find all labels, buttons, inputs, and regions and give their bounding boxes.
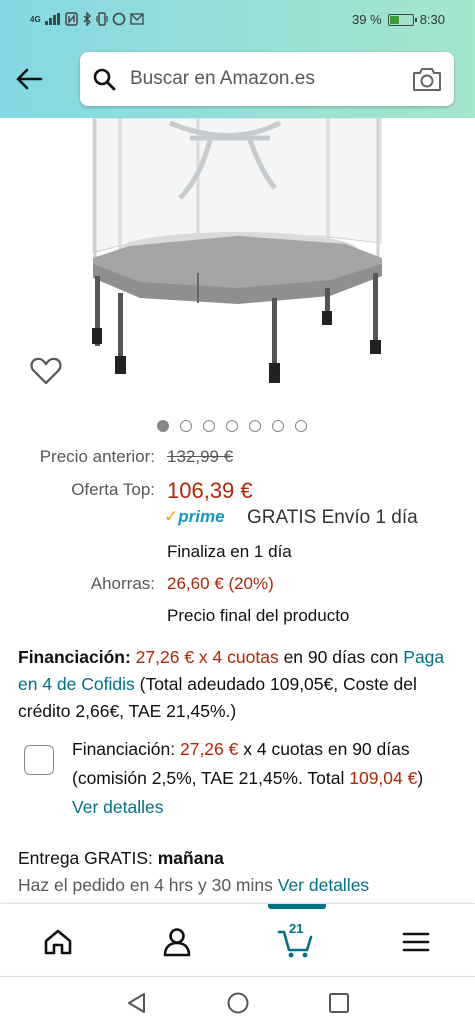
home-icon[interactable] <box>38 922 78 962</box>
fin-option-details-link[interactable]: Ver detalles <box>72 797 163 817</box>
final-price-note: Precio final del producto <box>167 606 350 625</box>
delivery-day: mañana <box>157 848 224 868</box>
financing-checkbox[interactable] <box>24 745 54 775</box>
search-icon <box>93 68 116 91</box>
fin-option-label: Financiación: <box>72 739 180 759</box>
order-deadline: Haz el pedido en 4 hrs y 30 mins Ver det… <box>18 872 369 899</box>
bottom-nav <box>0 903 475 975</box>
status-bar: 4G 39 % 8:30 <box>0 0 475 40</box>
carousel-dot[interactable] <box>157 420 169 432</box>
financing-with: con <box>370 647 404 667</box>
bluetooth-icon <box>83 12 91 26</box>
signal-icon <box>44 13 60 25</box>
shipping-label: GRATIS Envío 1 día <box>247 507 418 528</box>
system-home-icon[interactable] <box>226 991 250 1015</box>
carousel-dot[interactable] <box>295 420 307 432</box>
fin-option-total: 109,04 € <box>349 768 418 788</box>
deal-ends: Finaliza en 1 día <box>167 542 292 561</box>
fin-option-close: ) <box>417 768 424 788</box>
delivery-line: Entrega GRATIS: mañana <box>18 845 369 872</box>
mail-icon <box>130 13 144 25</box>
nfc-icon <box>64 12 78 26</box>
offer-label: Oferta Top: <box>71 480 155 499</box>
search-bar[interactable]: Buscar en Amazon.es <box>80 52 454 106</box>
prime-badge: ✓prime <box>164 507 225 527</box>
product-image[interactable] <box>0 118 475 408</box>
menu-icon[interactable] <box>396 922 436 962</box>
network-label: 4G <box>30 14 41 24</box>
delivery-label: Entrega GRATIS: <box>18 848 158 868</box>
system-recents-icon[interactable] <box>327 991 351 1015</box>
fin-option-amount: 27,26 € <box>179 739 239 759</box>
status-right: 39 % 8:30 <box>352 12 445 27</box>
search-input[interactable]: Buscar en Amazon.es <box>130 68 315 90</box>
offer-price: 106,39 € <box>167 478 253 503</box>
battery-icon <box>387 13 417 26</box>
delivery-info: Entrega GRATIS: mañana Haz el pedido en … <box>18 845 369 899</box>
carousel-dot[interactable] <box>226 420 238 432</box>
camera-icon[interactable] <box>412 66 442 92</box>
circle-status-icon <box>112 12 125 26</box>
order-note: Haz el pedido en 4 hrs y 30 mins <box>18 875 278 895</box>
prime-check-icon: ✓ <box>164 507 179 526</box>
account-icon[interactable] <box>157 922 197 962</box>
carousel-dot[interactable] <box>203 420 215 432</box>
savings-value: 26,60 € (20%) <box>167 574 274 593</box>
carousel-dot[interactable] <box>272 420 284 432</box>
prime-logo: prime <box>178 507 225 526</box>
financing-term: en 90 días <box>278 647 366 667</box>
carousel-dot[interactable] <box>180 420 192 432</box>
battery-level <box>389 15 400 24</box>
active-tab-indicator <box>268 904 326 909</box>
heart-icon[interactable] <box>30 356 62 386</box>
battery-percent: 39 % <box>352 12 382 27</box>
previous-price-value: 132,99 € <box>167 447 234 466</box>
system-back-icon[interactable] <box>125 991 149 1015</box>
app-header: 4G 39 % 8:30 Buscar en Amazon.es <box>0 0 475 118</box>
back-arrow-icon[interactable] <box>14 64 44 94</box>
cart-count-badge: 21 <box>289 921 304 936</box>
vibrate-icon <box>96 12 108 26</box>
clock: 8:30 <box>419 12 445 27</box>
delivery-details-link[interactable]: Ver detalles <box>278 875 369 895</box>
trampoline-image <box>92 118 382 383</box>
savings-label: Ahorras: <box>90 574 155 593</box>
financing-info: Financiación: 27,26 € x 4 cuotas en 90 d… <box>18 644 458 725</box>
previous-price-label: Precio anterior: <box>39 447 155 466</box>
financing-label: Financiación: <box>18 647 131 667</box>
financing-option: Financiación: 27,26 € x 4 cuotas en 90 d… <box>72 735 452 822</box>
financing-amount: 27,26 € x 4 cuotas <box>135 647 279 667</box>
carousel-dot[interactable] <box>249 420 261 432</box>
carousel-dots <box>157 420 307 432</box>
system-nav-bar <box>0 976 475 1029</box>
status-indicators: 4G <box>30 12 144 26</box>
